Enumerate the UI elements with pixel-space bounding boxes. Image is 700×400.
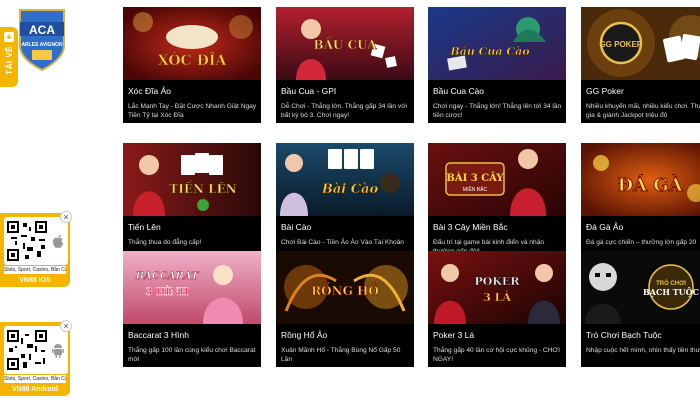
game-thumbnail: Bài Cào: [276, 143, 414, 216]
game-title: Bầu Cua - GPI: [281, 86, 337, 96]
game-description: Lắc Mạnh Tay - Đặt Cược Nhanh Giật Ngay …: [128, 103, 257, 119]
game-card-da-ga[interactable]: ĐÁ GÀ Đá Gà Ảo Đá gà cực chiến – thưởng …: [581, 143, 700, 259]
game-card-gg-poker[interactable]: GG POKER GG Poker Nhiều khuyến mãi, nhiề…: [581, 7, 700, 123]
close-icon[interactable]: ×: [60, 320, 72, 332]
game-card-rong-ho[interactable]: RỒNG HỔ Rồng Hổ Ảo Xuân Mãnh Hổ - Thắng …: [276, 251, 414, 367]
game-logo-text: XÓC ĐĨA: [158, 50, 228, 69]
qr-code-ios: [7, 221, 47, 261]
game-logo-text: Bầu Cua Cào: [449, 44, 529, 58]
page: ACA ARLES AVIGNON TẢI VỀ × Slots, Sport,…: [0, 0, 700, 400]
logo-sub-text: ARLES AVIGNON: [21, 42, 63, 48]
game-card-bai-cao[interactable]: Bài Cào Bài Cào Chơi Bài Cào - Tiền Ảo À…: [276, 143, 414, 259]
logo-main-text: ACA: [29, 23, 55, 37]
game-card-tro-choi-bach-tuoc[interactable]: TRÒ CHƠI BẠCH TUỘC Trò Chơi Bạch Tuộc Nh…: [581, 251, 700, 367]
game-thumbnail: RỒNG HỔ: [276, 251, 414, 324]
game-thumbnail: BẦU CUA: [276, 7, 414, 80]
game-description: Nhiều khuyến mãi, nhiều kiểu chơi. Tham …: [586, 103, 700, 119]
game-logo-text: Bài Cào: [321, 182, 379, 197]
game-logo-text: GG POKER: [599, 40, 642, 49]
app-title: VN88 Android: [11, 386, 59, 393]
app-caption: Slots, Sport, Casino, Bắn Cá: [4, 375, 66, 383]
download-icon: [4, 32, 14, 42]
game-logo-text: TRÒ CHƠI: [656, 279, 686, 287]
game-card-poker-3-la[interactable]: POKER 3 LÁ Poker 3 Lá Thắng gấp 40 lần c…: [428, 251, 566, 367]
game-title: Đá Gà Ảo: [586, 222, 624, 232]
game-logo-text: BACCARAT: [135, 271, 200, 282]
game-description: Xuân Mãnh Hổ - Thắng Bùng Nổ Gấp 50 Lần: [281, 347, 401, 363]
game-logo-text: BẦU CUA: [313, 35, 377, 52]
download-label: TẢI VỀ: [4, 46, 14, 75]
game-title: Trò Chơi Bạch Tuộc: [586, 330, 662, 340]
close-icon[interactable]: ×: [60, 211, 72, 223]
game-title: Bài Cào: [281, 222, 312, 232]
android-icon: [52, 344, 64, 358]
game-title: Tiến Lên: [128, 222, 161, 232]
game-logo-subtext: 3 LÁ: [483, 290, 511, 304]
game-logo-text: TIẾN LÊN: [169, 179, 236, 196]
game-title: Xóc Đĩa Ảo: [128, 86, 171, 96]
game-title: Rồng Hổ Ảo: [281, 330, 328, 340]
game-thumbnail: BACCARAT 3 HÌNH: [123, 251, 261, 324]
game-logo-subtext: 3 HÌNH: [145, 286, 188, 298]
game-card-baccarat-3-hinh[interactable]: BACCARAT 3 HÌNH Baccarat 3 Hình Thắng gấ…: [123, 251, 261, 367]
app-caption: Slots, Sport, Casino, Bắn Cá: [4, 266, 66, 274]
game-title: Bài 3 Cây Miền Bắc: [433, 222, 508, 232]
game-thumbnail: XÓC ĐĨA: [123, 7, 261, 80]
apple-icon: [53, 235, 63, 248]
game-logo-text: BÀI 3 CÂY: [446, 172, 504, 184]
game-title: Bầu Cua Cào: [433, 86, 485, 96]
game-description: Thắng gấp 40 lần cơ hội cực khủng - CHƠI…: [433, 347, 560, 363]
game-logo-text: POKER: [475, 275, 521, 288]
game-logo-subtext: MIỀN BẮC: [463, 185, 488, 193]
game-description: Đá gà cực chiến – thưởng lớn gấp 20: [586, 239, 697, 246]
game-description: Thắng gấp 100 lần cùng kiểu chơi Baccara…: [128, 347, 256, 363]
game-description: Thắng thua do đẳng cấp!: [128, 239, 202, 246]
game-thumbnail: Bầu Cua Cào: [428, 7, 566, 80]
game-card-bau-cua-gpi[interactable]: BẦU CUA Bầu Cua - GPI Dễ Chơi - Thắng lớ…: [276, 7, 414, 123]
game-description: Nhập cuộc hết mình, nhìn thấy tiền thưởn…: [586, 347, 700, 354]
game-logo-subtext: BẠCH TUỘC: [643, 287, 699, 297]
ios-app-card[interactable]: × Slots, Sport, Casino, Bắn Cá VN88 iOS: [0, 211, 72, 287]
game-card-xoc-dia[interactable]: XÓC ĐĨA Xóc Đĩa Ảo Lắc Mạnh Tay - Đặt Cư…: [123, 7, 261, 123]
game-description: Chơi ngay - Thắng lớn! Thắng lên tới 34 …: [433, 103, 562, 119]
game-thumbnail: BÀI 3 CÂY MIỀN BẮC: [428, 143, 566, 216]
game-description: Dễ Chơi - Thắng lớn. Thắng gấp 34 lần vớ…: [281, 103, 407, 119]
game-thumbnail: POKER 3 LÁ: [428, 251, 566, 324]
game-description: Chơi Bài Cào - Tiền Ảo Ào Vào Tài Khoản: [281, 239, 404, 246]
game-card-bai-3-cay[interactable]: BÀI 3 CÂY MIỀN BẮC Bài 3 Cây Miền Bắc Đấ…: [428, 143, 566, 259]
game-card-tien-len[interactable]: TIẾN LÊN Tiến Lên Thắng thua do đẳng cấp…: [123, 143, 261, 259]
qr-code-android: [7, 330, 47, 370]
game-logo-text: ĐÁ GÀ: [617, 173, 683, 196]
game-title: GG Poker: [586, 86, 624, 96]
android-app-card[interactable]: × Slots, Sport, Casino, Bắn Cá VN88 Andr…: [0, 320, 72, 396]
club-logo[interactable]: ACA ARLES AVIGNON: [18, 8, 66, 72]
game-title: Baccarat 3 Hình: [128, 330, 189, 340]
game-thumbnail: TRÒ CHƠI BẠCH TUỘC: [581, 251, 700, 324]
game-thumbnail: GG POKER: [581, 7, 700, 80]
app-title: VN88 iOS: [19, 277, 51, 284]
game-card-bau-cua-cao[interactable]: Bầu Cua Cào Bầu Cua Cào Chơi ngay - Thắn…: [428, 7, 566, 123]
download-tab[interactable]: TẢI VỀ: [0, 27, 18, 87]
game-title: Poker 3 Lá: [433, 330, 475, 340]
game-thumbnail: ĐÁ GÀ: [581, 143, 700, 216]
game-thumbnail: TIẾN LÊN: [123, 143, 261, 216]
